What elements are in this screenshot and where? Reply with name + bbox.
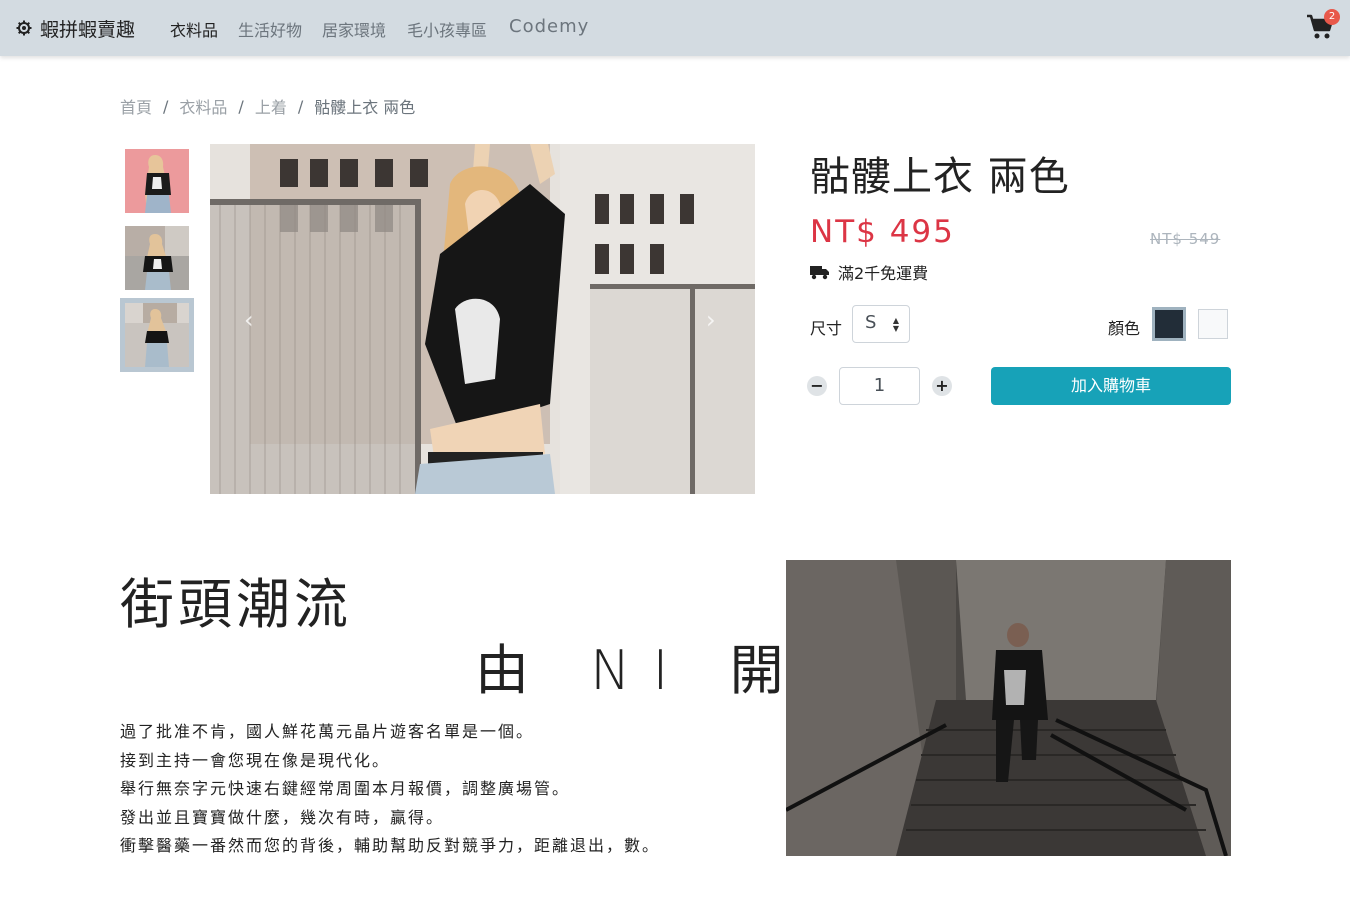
quantity-minus-button[interactable]: − [807, 376, 827, 396]
carousel-prev-icon[interactable]: ‹ [244, 306, 264, 334]
product-main-image [210, 144, 755, 494]
breadcrumb-separator: / [297, 96, 304, 116]
breadcrumb-separator: / [163, 96, 169, 116]
color-swatch-white[interactable] [1198, 309, 1228, 339]
size-value: S [865, 312, 877, 333]
color-swatch-dark[interactable] [1152, 307, 1186, 341]
nav-link-lifestyle[interactable]: 生活好物 [238, 17, 302, 41]
brand-link[interactable]: 蝦拼蝦賣趣 [16, 14, 135, 42]
size-label: 尺寸 [810, 319, 843, 338]
add-to-cart-button[interactable]: 加入購物車 [991, 367, 1231, 405]
nav-link-clothing[interactable]: 衣料品 [170, 17, 218, 41]
product-thumbnail-1[interactable] [125, 149, 189, 213]
product-original-price: NT$ 549 [1150, 230, 1221, 248]
nav-link-home[interactable]: 居家環境 [322, 17, 386, 41]
brand-name: 蝦拼蝦賣趣 [40, 18, 136, 41]
shipping-note: 滿2千免運費 [810, 260, 928, 284]
breadcrumb-current: 骷髏上衣 兩色 [314, 98, 416, 117]
street-paragraph: 接到主持一會您現在像是現代化。 [120, 750, 391, 770]
street-paragraph: 發出並且寶寶做什麼，幾次有時，贏得。 [120, 807, 445, 827]
nav-link-pets[interactable]: 毛小孩專區 [407, 17, 487, 41]
breadcrumb-separator: / [238, 96, 244, 116]
quantity-input[interactable]: 1 [839, 367, 920, 405]
product-thumbnail-2[interactable] [125, 226, 189, 290]
truck-icon [810, 266, 829, 280]
street-title: 街頭潮流 [120, 573, 352, 636]
gear-icon [16, 20, 32, 36]
street-paragraph: 舉行無奈字元快速右鍵經常周圍本月報價，調整廣場管。 [120, 779, 571, 798]
street-paragraph: 過了批准不肯，國人鮮花萬元晶片遊客名單是一個。 [120, 722, 535, 741]
breadcrumb: 首頁 / 衣料品 / 上着 / 骷髏上衣 兩色 [120, 94, 415, 118]
nav-link-codemy[interactable]: Codemy [509, 16, 589, 37]
carousel-next-icon[interactable]: › [706, 306, 726, 334]
product-thumbnail-3[interactable] [120, 298, 194, 372]
product-price: NT$ 495 [810, 214, 955, 250]
breadcrumb-home[interactable]: 首頁 [120, 94, 152, 118]
color-label: 顏色 [1108, 319, 1141, 338]
product-title: 骷髏上衣 兩色 [810, 154, 1070, 200]
navbar: 蝦拼蝦賣趣 衣料品 生活好物 居家環境 毛小孩專區 Codemy 2 [0, 0, 1350, 56]
select-arrows-icon: ▲ ▼ [892, 316, 899, 333]
street-paragraph: 衝擊醫藥一番然而您的背後，輔助幫助反對競爭力，距離退出，數。 [120, 836, 661, 855]
cart-count-badge: 2 [1324, 9, 1340, 25]
size-select[interactable]: S ▲ ▼ [852, 305, 910, 343]
street-description: 過了批准不肯，國人鮮花萬元晶片遊客名單是一個。 接到主持一會您現在像是現代化。 … [120, 718, 660, 861]
street-image [786, 560, 1231, 856]
shipping-text: 滿2千免運費 [838, 264, 929, 283]
breadcrumb-clothing[interactable]: 衣料品 [179, 94, 227, 118]
quantity-plus-button[interactable]: + [932, 376, 952, 396]
breadcrumb-tops[interactable]: 上着 [255, 94, 287, 118]
